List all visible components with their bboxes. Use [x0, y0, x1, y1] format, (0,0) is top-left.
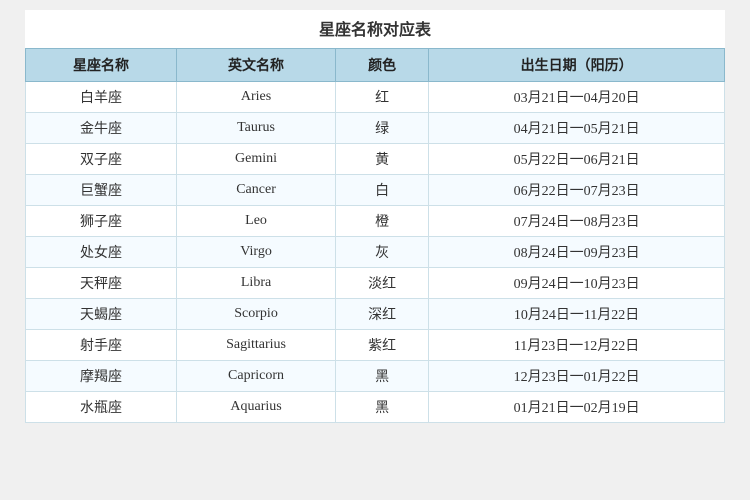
col-header-color: 颜色 — [336, 49, 429, 82]
cell-dates: 09月24日一10月23日 — [429, 268, 725, 299]
cell-english: Cancer — [177, 175, 336, 206]
cell-color: 绿 — [336, 113, 429, 144]
cell-color: 紫红 — [336, 330, 429, 361]
cell-color: 橙 — [336, 206, 429, 237]
cell-color: 白 — [336, 175, 429, 206]
cell-chinese: 狮子座 — [26, 206, 177, 237]
cell-dates: 05月22日一06月21日 — [429, 144, 725, 175]
table-row: 射手座Sagittarius紫红11月23日一12月22日 — [26, 330, 725, 361]
zodiac-table: 星座名称 英文名称 颜色 出生日期（阳历） 白羊座Aries红03月21日一04… — [25, 48, 725, 423]
cell-chinese: 巨蟹座 — [26, 175, 177, 206]
table-header-row: 星座名称 英文名称 颜色 出生日期（阳历） — [26, 49, 725, 82]
cell-color: 淡红 — [336, 268, 429, 299]
cell-dates: 11月23日一12月22日 — [429, 330, 725, 361]
cell-chinese: 双子座 — [26, 144, 177, 175]
cell-chinese: 天蝎座 — [26, 299, 177, 330]
cell-dates: 01月21日一02月19日 — [429, 392, 725, 423]
cell-english: Aries — [177, 82, 336, 113]
cell-chinese: 摩羯座 — [26, 361, 177, 392]
cell-color: 黑 — [336, 392, 429, 423]
col-header-english: 英文名称 — [177, 49, 336, 82]
cell-english: Sagittarius — [177, 330, 336, 361]
cell-english: Taurus — [177, 113, 336, 144]
cell-dates: 04月21日一05月21日 — [429, 113, 725, 144]
cell-color: 红 — [336, 82, 429, 113]
cell-english: Gemini — [177, 144, 336, 175]
cell-chinese: 水瓶座 — [26, 392, 177, 423]
cell-dates: 06月22日一07月23日 — [429, 175, 725, 206]
cell-english: Capricorn — [177, 361, 336, 392]
table-row: 双子座Gemini黄05月22日一06月21日 — [26, 144, 725, 175]
table-row: 处女座Virgo灰08月24日一09月23日 — [26, 237, 725, 268]
page-title: 星座名称对应表 — [25, 10, 725, 48]
cell-dates: 08月24日一09月23日 — [429, 237, 725, 268]
cell-color: 灰 — [336, 237, 429, 268]
table-row: 巨蟹座Cancer白06月22日一07月23日 — [26, 175, 725, 206]
main-container: 星座名称对应表 星座名称 英文名称 颜色 出生日期（阳历） 白羊座Aries红0… — [25, 10, 725, 423]
table-row: 白羊座Aries红03月21日一04月20日 — [26, 82, 725, 113]
table-row: 天秤座Libra淡红09月24日一10月23日 — [26, 268, 725, 299]
cell-english: Libra — [177, 268, 336, 299]
cell-chinese: 射手座 — [26, 330, 177, 361]
cell-english: Leo — [177, 206, 336, 237]
cell-english: Virgo — [177, 237, 336, 268]
cell-chinese: 天秤座 — [26, 268, 177, 299]
table-row: 水瓶座Aquarius黑01月21日一02月19日 — [26, 392, 725, 423]
cell-dates: 10月24日一11月22日 — [429, 299, 725, 330]
table-row: 金牛座Taurus绿04月21日一05月21日 — [26, 113, 725, 144]
table-body: 白羊座Aries红03月21日一04月20日金牛座Taurus绿04月21日一0… — [26, 82, 725, 423]
col-header-chinese: 星座名称 — [26, 49, 177, 82]
cell-english: Aquarius — [177, 392, 336, 423]
cell-color: 深红 — [336, 299, 429, 330]
cell-chinese: 白羊座 — [26, 82, 177, 113]
cell-chinese: 处女座 — [26, 237, 177, 268]
table-row: 摩羯座Capricorn黑12月23日一01月22日 — [26, 361, 725, 392]
table-row: 狮子座Leo橙07月24日一08月23日 — [26, 206, 725, 237]
cell-dates: 03月21日一04月20日 — [429, 82, 725, 113]
cell-chinese: 金牛座 — [26, 113, 177, 144]
cell-dates: 12月23日一01月22日 — [429, 361, 725, 392]
cell-color: 黄 — [336, 144, 429, 175]
cell-english: Scorpio — [177, 299, 336, 330]
cell-color: 黑 — [336, 361, 429, 392]
table-row: 天蝎座Scorpio深红10月24日一11月22日 — [26, 299, 725, 330]
cell-dates: 07月24日一08月23日 — [429, 206, 725, 237]
col-header-dates: 出生日期（阳历） — [429, 49, 725, 82]
